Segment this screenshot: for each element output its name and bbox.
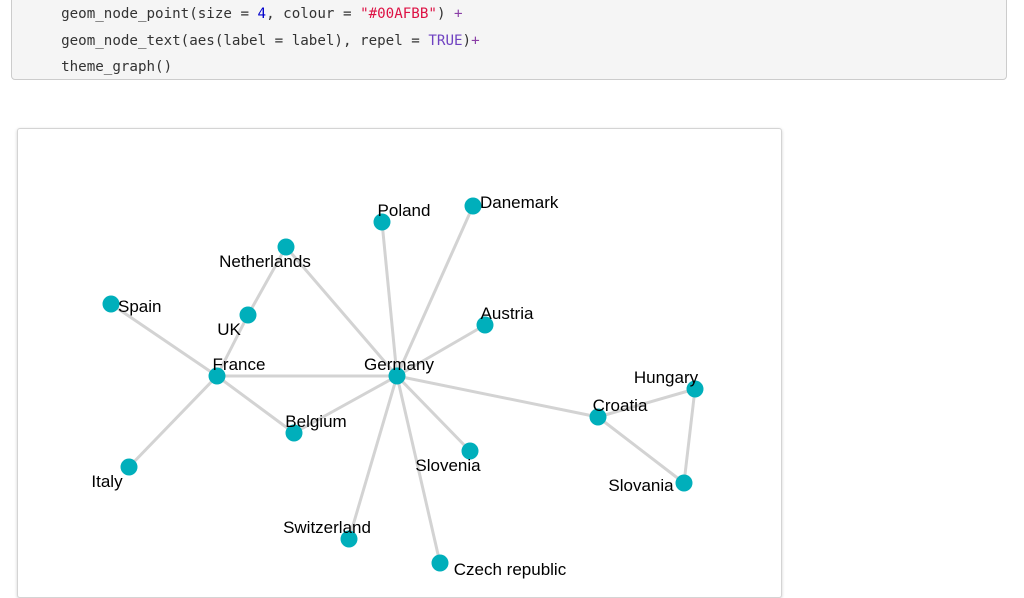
graph-node-label: Slovenia — [415, 456, 481, 475]
graph-node-label: Croatia — [593, 396, 648, 415]
network-graph-plot: Germany France Poland Danemark Netherlands Sp… — [17, 128, 782, 598]
graph-node — [675, 474, 693, 492]
code-token: ) — [436, 6, 455, 22]
graph-node — [120, 458, 138, 476]
graph-node-label: Poland — [378, 201, 431, 220]
graph-edge — [596, 415, 686, 485]
code-token: , colour = — [266, 6, 361, 22]
code-line-1: geom_node_point(size = 4, colour = "#00A… — [44, 1, 1006, 28]
graph-node-label: Switzerland — [283, 518, 371, 537]
graph-edge — [682, 387, 697, 485]
graph-node-label: Italy — [91, 472, 123, 491]
code-token: geom_node_text(aes(label = label), repel… — [44, 32, 429, 49]
graph-node-label: Netherlands — [219, 252, 311, 271]
graph-node-label: UK — [217, 320, 241, 339]
graph-node-label: Slovania — [608, 476, 674, 495]
code-line-2: geom_node_text(aes(label = label), repel… — [44, 28, 1006, 55]
graph-edge — [215, 374, 296, 435]
graph-node — [464, 197, 482, 215]
code-token: "#00AFBB" — [360, 6, 437, 22]
graph-node-label: Spain — [118, 297, 161, 316]
graph-edge — [127, 374, 219, 469]
graph-node-label: Czech republic — [454, 560, 567, 579]
code-line-3: theme_graph() — [44, 54, 1006, 81]
code-block: geom_node_point(size = 4, colour = "#00A… — [11, 0, 1007, 80]
graph-node-label: Hungary — [634, 368, 699, 387]
graph-node-label: Germany — [364, 355, 434, 374]
code-token: TRUE — [428, 32, 463, 49]
edges-layer — [109, 204, 697, 565]
graph-node-label: Austria — [481, 304, 534, 323]
graph-edge — [395, 374, 600, 419]
graph-edge — [347, 374, 399, 541]
code-token: theme_graph() — [44, 59, 173, 75]
graph-node — [102, 295, 120, 313]
graph-node-label: Belgium — [285, 412, 346, 431]
graph-node — [239, 306, 257, 324]
nodes-layer — [102, 197, 704, 572]
graph-node — [431, 554, 449, 572]
graph-node-label: France — [213, 355, 266, 374]
network-graph-svg: Germany France Poland Danemark Netherlands Sp… — [91, 193, 704, 579]
code-token: geom_node_point(size = — [44, 6, 258, 22]
graph-node-label: Danemark — [480, 193, 559, 212]
code-token: + — [471, 32, 480, 49]
code-token: 4 — [257, 6, 267, 22]
code-token: + — [454, 6, 463, 22]
graph-edge — [380, 220, 399, 378]
graph-edge — [395, 204, 475, 378]
code-token: ) — [462, 32, 472, 49]
